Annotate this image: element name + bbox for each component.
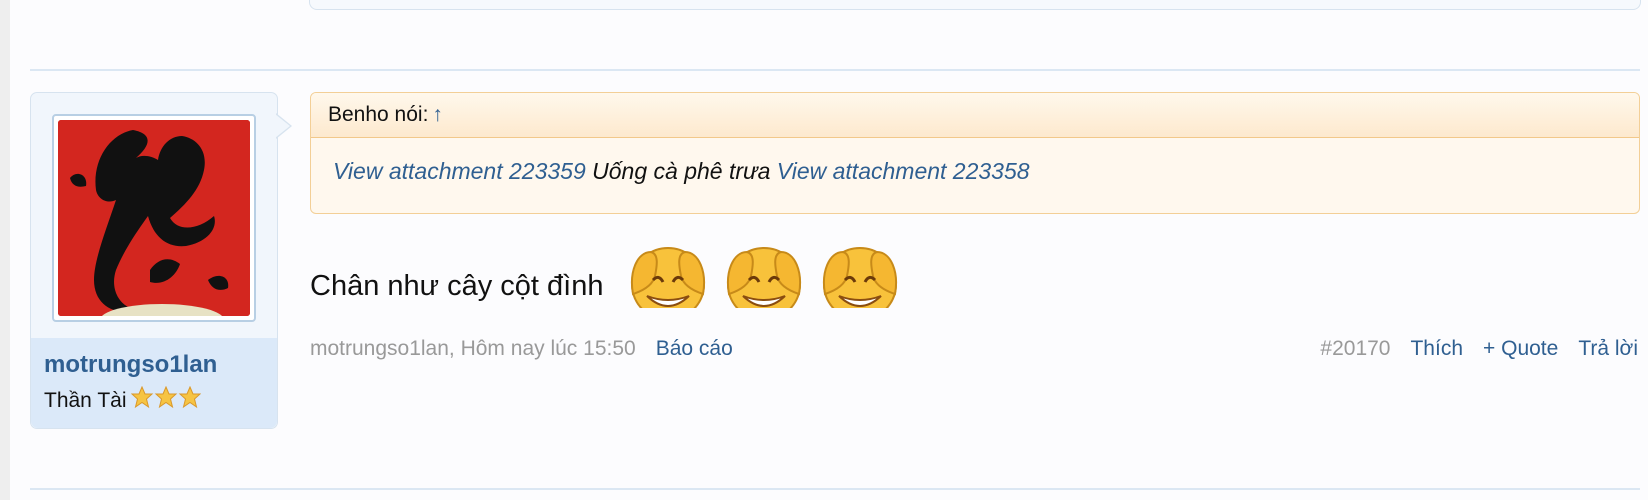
like-link[interactable]: Thích xyxy=(1410,337,1463,360)
post-meta: motrungso1lan, Hôm nay lúc 15:50 Báo cáo xyxy=(310,337,733,361)
star-icon xyxy=(130,385,153,409)
quote-content: View attachment 223359 Uống cà phê trưa … xyxy=(311,138,1639,185)
star-icon xyxy=(154,385,177,409)
report-link[interactable]: Báo cáo xyxy=(656,337,733,360)
previous-post-end xyxy=(309,0,1641,10)
user-title: Thần Tài xyxy=(44,389,127,412)
avatar[interactable] xyxy=(52,114,256,322)
laughing-emoji-icon xyxy=(723,242,805,308)
quote-link[interactable]: + Quote xyxy=(1483,337,1558,360)
laughing-emoji-icon xyxy=(819,242,901,308)
post-divider-bottom xyxy=(30,488,1640,490)
emoji-row xyxy=(627,242,915,308)
avatar-image xyxy=(58,120,250,316)
post-author-time[interactable]: motrungso1lan, Hôm nay lúc 15:50 xyxy=(310,337,636,360)
quote-author: Benho nói: xyxy=(328,103,429,126)
forum-post-page: motrungso1lan Thần Tài Benho nói: ↑ View … xyxy=(0,0,1648,500)
rank-stars xyxy=(130,385,201,416)
attachment-link-2[interactable]: View attachment 223358 xyxy=(777,158,1030,184)
up-arrow-icon[interactable]: ↑ xyxy=(432,103,443,126)
message-text: Chân như cây cột đình xyxy=(310,270,604,302)
quote-header: Benho nói: ↑ xyxy=(311,93,1639,138)
post-number-link[interactable]: #20170 xyxy=(1320,337,1390,360)
quote-block: Benho nói: ↑ View attachment 223359 Uống … xyxy=(310,92,1640,214)
quote-text: Uống cà phê trưa xyxy=(592,158,771,184)
laughing-emoji-icon xyxy=(627,242,709,308)
username-link[interactable]: motrungso1lan xyxy=(44,351,217,379)
post-actions: #20170 Thích + Quote Trả lời xyxy=(1320,337,1638,361)
attachment-link-1[interactable]: View attachment 223359 xyxy=(333,158,586,184)
post-divider-top xyxy=(30,69,1640,71)
user-rank: Thần Tài xyxy=(44,385,201,416)
reply-link[interactable]: Trả lời xyxy=(1578,337,1638,360)
star-icon xyxy=(178,385,201,409)
user-card-pointer-inner xyxy=(275,114,290,138)
left-gutter xyxy=(0,0,10,500)
